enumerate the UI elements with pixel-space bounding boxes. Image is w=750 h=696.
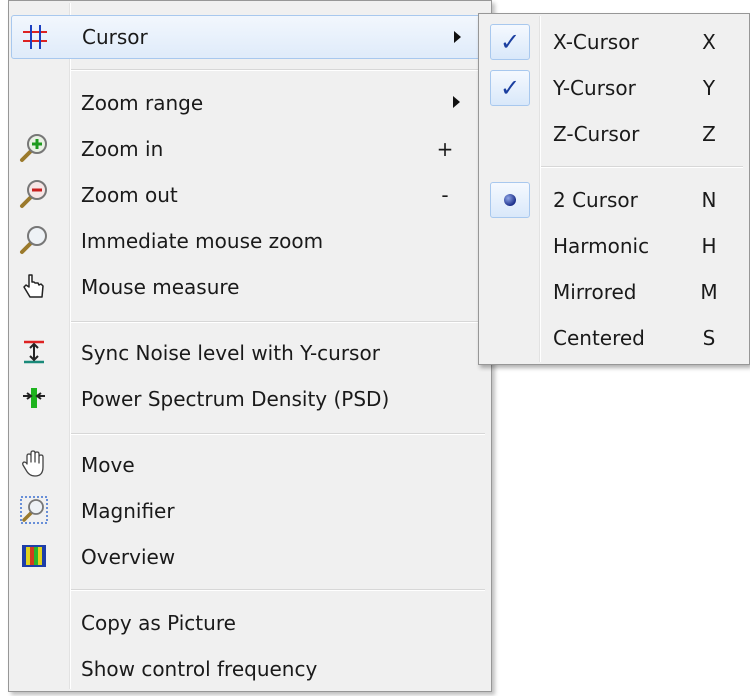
menu-item-label: Show control frequency: [81, 657, 318, 681]
submenu-item-label: Z-Cursor: [553, 122, 640, 146]
menu-item-label: Mouse measure: [81, 275, 240, 299]
submenu-item-x-cursor[interactable]: ✓ X-Cursor X: [481, 20, 747, 64]
menu-item-label: Power Spectrum Density (PSD): [81, 387, 390, 411]
submenu-item-label: Harmonic: [553, 234, 650, 258]
cursor-grid-icon: [20, 22, 50, 52]
menu-item-zoom-range[interactable]: Zoom range: [11, 81, 489, 125]
submenu-item-harmonic[interactable]: Harmonic H: [481, 224, 747, 268]
shortcut-label: M: [700, 280, 718, 304]
submenu-item-label: Mirrored: [553, 280, 637, 304]
shortcut-label: Y: [702, 76, 716, 100]
submenu-item-label: Centered: [553, 326, 645, 350]
check-mark-icon: ✓: [490, 24, 530, 60]
menu-item-label: Overview: [81, 545, 176, 569]
submenu-item-label: X-Cursor: [553, 30, 639, 54]
submenu-arrow-icon: [453, 96, 460, 108]
shortcut-label: N: [701, 188, 717, 212]
menu-item-zoom-out[interactable]: Zoom out -: [11, 173, 489, 217]
menu-item-copy-as-picture[interactable]: Copy as Picture: [11, 601, 489, 645]
menu-item-label: Move: [81, 453, 135, 477]
menu-separator: [71, 433, 485, 435]
overview-icon: [19, 541, 49, 571]
submenu-item-y-cursor[interactable]: ✓ Y-Cursor Y: [481, 66, 747, 110]
shortcut-label: Z: [702, 122, 716, 146]
menu-item-label: Sync Noise level with Y-cursor: [81, 341, 380, 365]
magnifier-box-icon: [19, 495, 49, 525]
menu-item-mouse-measure[interactable]: Mouse measure: [11, 265, 489, 309]
menu-item-label: Cursor: [82, 25, 148, 49]
zoom-out-icon: [19, 179, 49, 209]
shortcut-label: -: [441, 183, 449, 207]
menu-item-label: Magnifier: [81, 499, 175, 523]
psd-icon: [19, 383, 49, 413]
submenu-item-centered[interactable]: Centered S: [481, 316, 747, 360]
menu-item-label: Copy as Picture: [81, 611, 236, 635]
menu-item-label: Zoom out: [81, 183, 178, 207]
magnifier-icon: [19, 225, 49, 255]
menu-separator: [71, 321, 485, 323]
cursor-submenu: ✓ X-Cursor X ✓ Y-Cursor Y Z-Cursor Z 2 C…: [478, 13, 750, 365]
radio-bullet-icon: [490, 182, 530, 218]
shortcut-label: +: [436, 137, 454, 161]
menu-item-overview[interactable]: Overview: [11, 535, 489, 579]
menu-item-magnifier[interactable]: Magnifier: [11, 489, 489, 533]
menu-item-move[interactable]: Move: [11, 443, 489, 487]
context-menu: Cursor Zoom range Zoom in + Zoom out - I…: [8, 0, 492, 692]
submenu-item-2-cursor[interactable]: 2 Cursor N: [481, 178, 747, 222]
menu-item-show-control-frequency[interactable]: Show control frequency: [11, 647, 489, 691]
menu-item-label: Zoom in: [81, 137, 164, 161]
menu-item-immediate-mouse-zoom[interactable]: Immediate mouse zoom: [11, 219, 489, 263]
menu-separator: [71, 69, 485, 71]
menu-item-power-spectrum-density[interactable]: Power Spectrum Density (PSD): [11, 377, 489, 421]
sync-noise-icon: [19, 337, 49, 367]
submenu-item-z-cursor[interactable]: Z-Cursor Z: [481, 112, 747, 156]
submenu-item-label: 2 Cursor: [553, 188, 638, 212]
menu-item-label: Zoom range: [81, 91, 204, 115]
menu-separator: [71, 589, 485, 591]
submenu-item-mirrored[interactable]: Mirrored M: [481, 270, 747, 314]
zoom-in-icon: [19, 133, 49, 163]
shortcut-label: X: [702, 30, 716, 54]
menu-separator: [541, 166, 743, 168]
pointing-hand-icon: [19, 271, 49, 301]
menu-item-cursor[interactable]: Cursor: [11, 15, 489, 59]
menu-item-sync-noise-level[interactable]: Sync Noise level with Y-cursor: [11, 331, 489, 375]
open-hand-icon: [19, 449, 49, 479]
shortcut-label: S: [702, 326, 716, 350]
shortcut-label: H: [701, 234, 717, 258]
menu-item-label: Immediate mouse zoom: [81, 229, 324, 253]
menu-item-zoom-in[interactable]: Zoom in +: [11, 127, 489, 171]
submenu-arrow-icon: [454, 31, 461, 43]
submenu-item-label: Y-Cursor: [553, 76, 636, 100]
check-mark-icon: ✓: [490, 70, 530, 106]
